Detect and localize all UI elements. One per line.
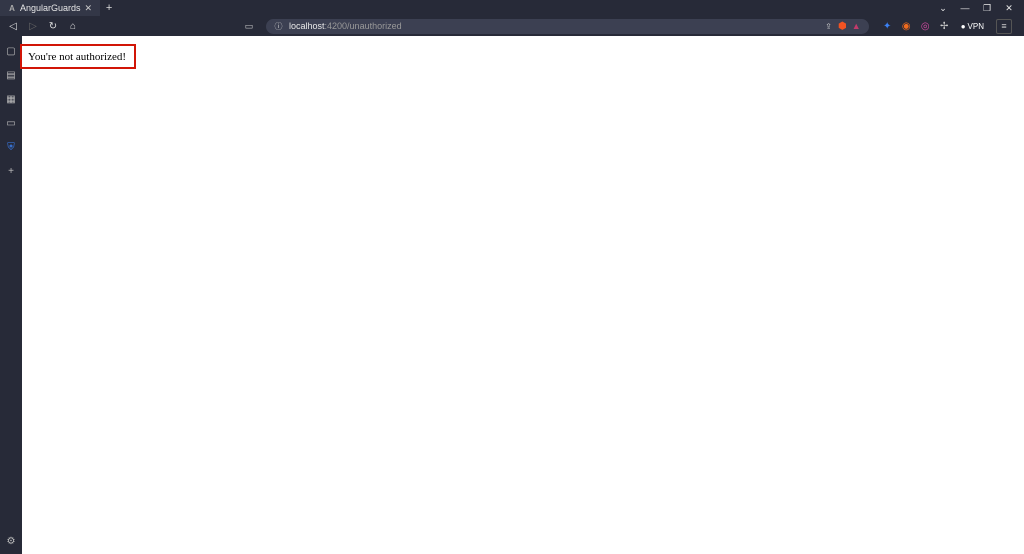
extension-3-icon[interactable]: ◎	[919, 20, 932, 33]
extension-1-icon[interactable]: ✦	[881, 20, 894, 33]
vpn-dot-icon: ●	[961, 22, 966, 31]
sidebar-add-icon[interactable]: +	[4, 164, 18, 178]
share-icon[interactable]: ⇪	[824, 22, 833, 31]
tab-favicon: A	[8, 4, 16, 12]
annotation-highlight-box: You're not authorized!	[20, 44, 136, 69]
unauthorized-message: You're not authorized!	[28, 51, 126, 63]
home-button[interactable]: ⌂	[66, 19, 80, 33]
reload-button[interactable]: ↻	[46, 19, 60, 33]
titlebar: A AngularGuards ✕ + ⌄ — ❐ ✕	[0, 0, 1024, 16]
extensions-puzzle-icon[interactable]: ✢	[938, 20, 951, 33]
url-text: localhost:4200/unauthorized	[289, 21, 818, 31]
sidebar: ▢ ▤ ▦ ▭ ⛨ + ⚙	[0, 36, 22, 554]
tab-strip: A AngularGuards ✕ +	[0, 0, 928, 16]
minimize-icon[interactable]: —	[960, 3, 970, 13]
sidebar-settings-icon[interactable]: ⚙	[4, 534, 18, 548]
tab-title: AngularGuards	[20, 3, 81, 13]
vpn-label: VPN	[968, 22, 984, 31]
sidebar-item-2-icon[interactable]: ▤	[4, 68, 18, 82]
maximize-icon[interactable]: ❐	[982, 3, 992, 14]
page-content: You're not authorized!	[22, 36, 1024, 554]
sidebar-item-3-icon[interactable]: ▦	[4, 92, 18, 106]
window-chevron-icon[interactable]: ⌄	[938, 3, 948, 14]
extension-2-icon[interactable]: ◉	[900, 20, 913, 33]
new-tab-button[interactable]: +	[100, 0, 118, 16]
window-controls: ⌄ — ❐ ✕	[928, 3, 1024, 14]
address-bar[interactable]: ⓘ localhost:4200/unauthorized ⇪ ⬢ ▲	[266, 19, 869, 34]
back-button[interactable]: ◁	[6, 19, 20, 33]
app-menu-button[interactable]: ≡	[996, 19, 1012, 34]
site-info-icon[interactable]: ⓘ	[274, 22, 283, 31]
extensions-area: ✦ ◉ ◎ ✢ ● VPN ≡	[875, 19, 1018, 34]
vpn-indicator[interactable]: ● VPN	[957, 22, 988, 31]
tab-close-icon[interactable]: ✕	[85, 3, 93, 14]
brave-shields-icon[interactable]: ⬢	[838, 21, 847, 32]
browser-tab[interactable]: A AngularGuards ✕	[0, 0, 100, 16]
close-window-icon[interactable]: ✕	[1004, 3, 1014, 14]
sidebar-shield-icon[interactable]: ⛨	[4, 140, 18, 154]
body-row: ▢ ▤ ▦ ▭ ⛨ + ⚙ You're not authorized!	[0, 36, 1024, 554]
bookmark-sidebar-icon[interactable]: ▭	[242, 19, 256, 33]
url-host: localhost	[289, 21, 325, 31]
url-path: :4200/unauthorized	[325, 21, 402, 31]
sidebar-item-1-icon[interactable]: ▢	[4, 44, 18, 58]
forward-button[interactable]: ▷	[26, 19, 40, 33]
brave-rewards-icon[interactable]: ▲	[852, 21, 861, 31]
sidebar-item-4-icon[interactable]: ▭	[4, 116, 18, 130]
nav-toolbar: ◁ ▷ ↻ ⌂ ▭ ⓘ localhost:4200/unauthorized …	[0, 16, 1024, 36]
